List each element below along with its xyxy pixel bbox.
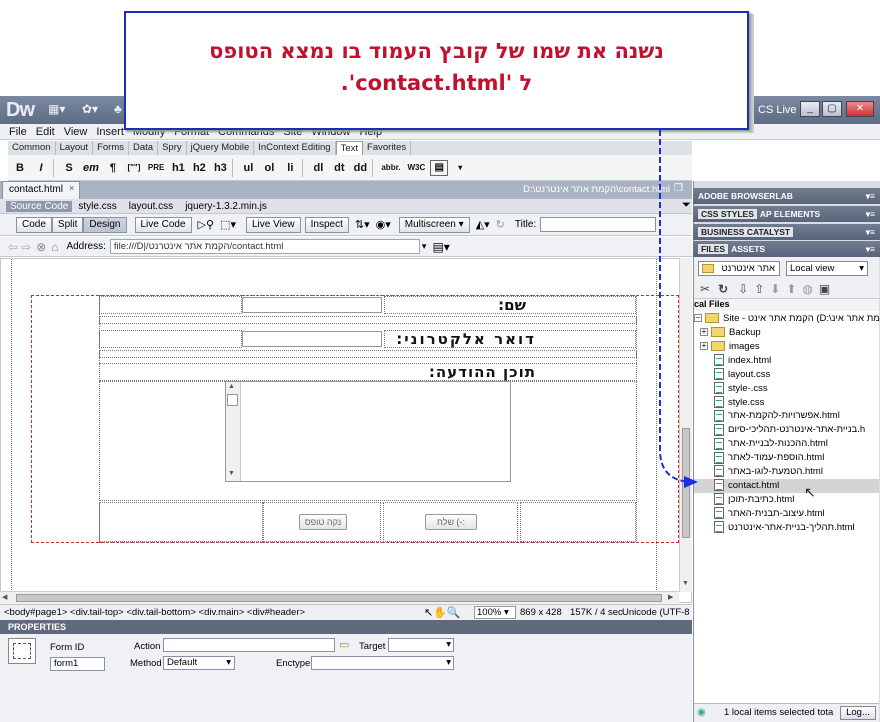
arrow-head xyxy=(684,476,698,488)
callout-arrow xyxy=(659,130,698,488)
mouse-cursor-icon: ↖ xyxy=(804,484,816,500)
arrow-line xyxy=(659,130,691,483)
